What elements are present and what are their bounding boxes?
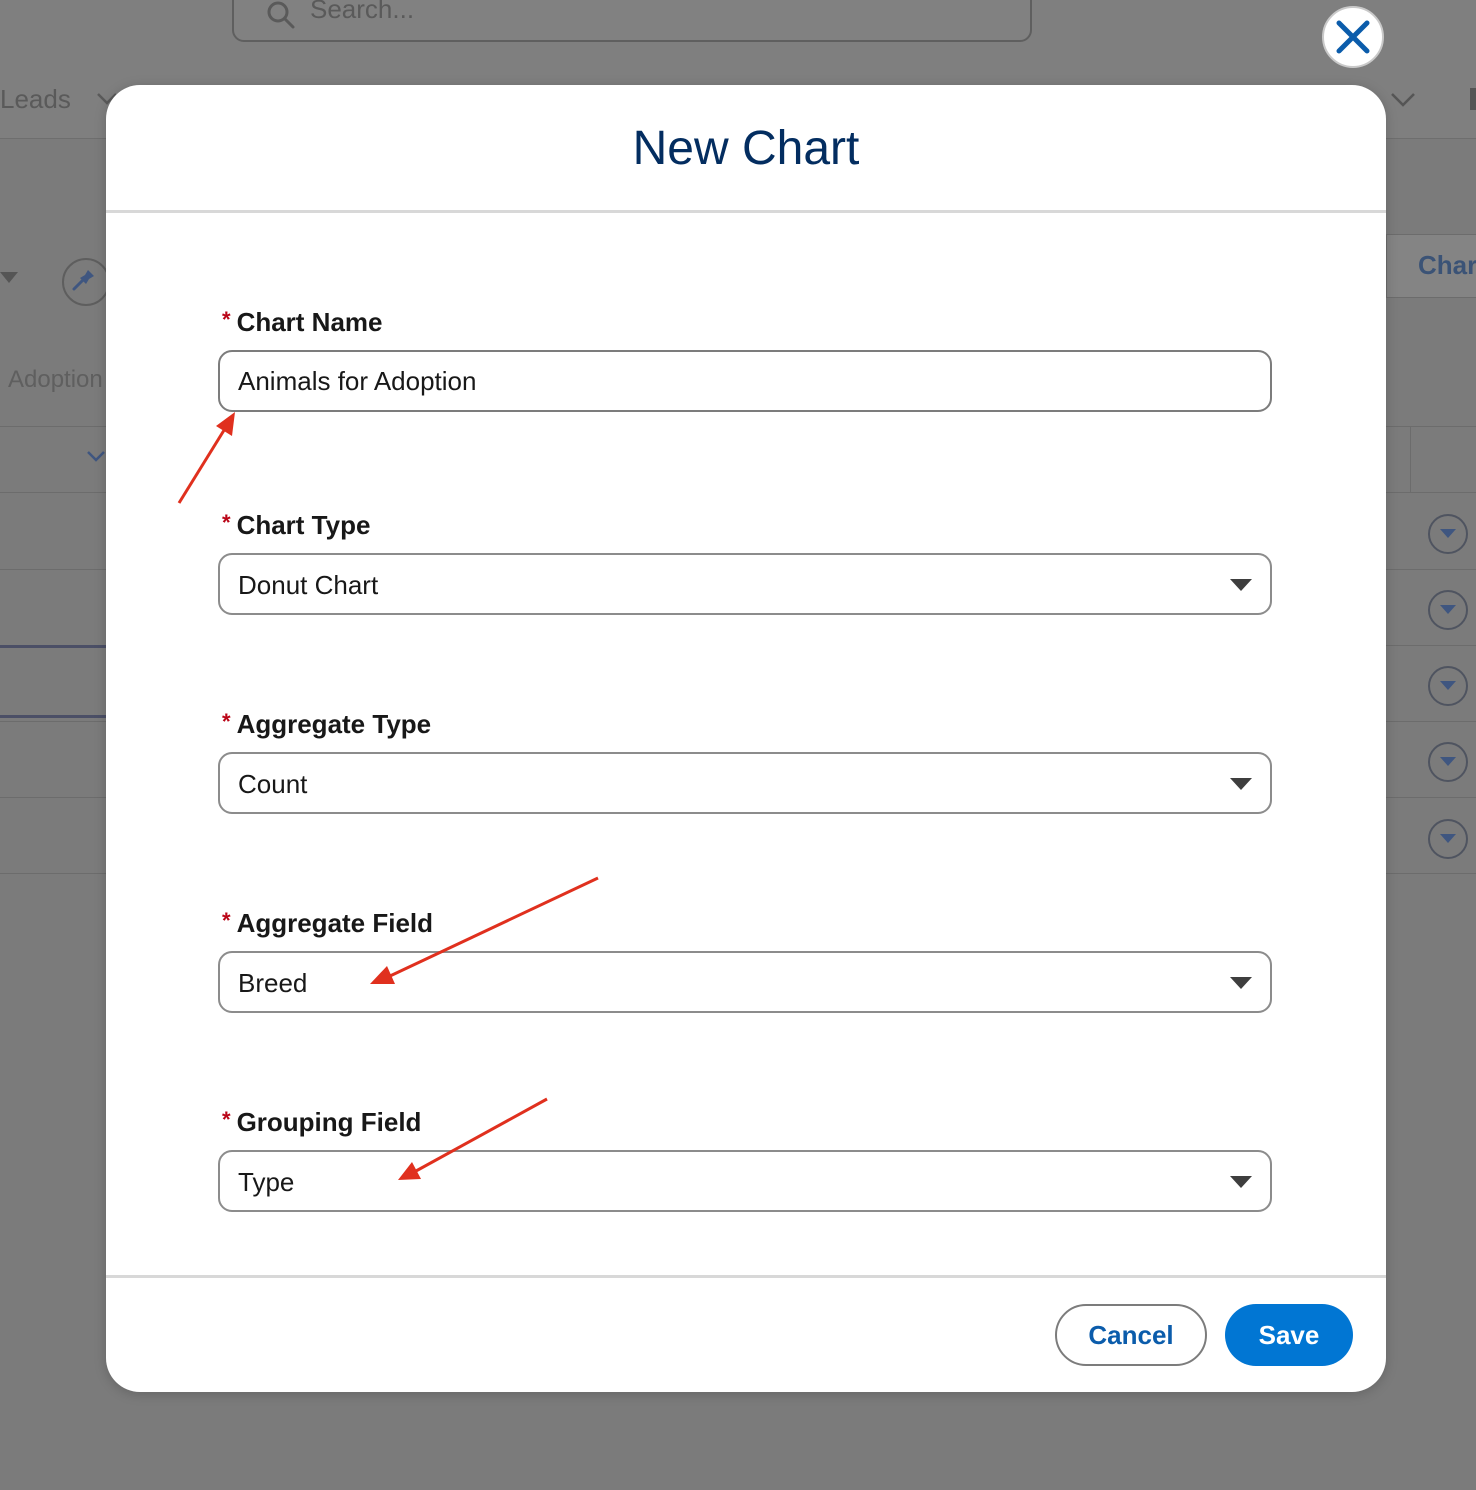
aggregate-field-label-text: Aggregate Field <box>236 908 434 938</box>
modal-header: New Chart <box>106 85 1386 213</box>
chart-name-field[interactable] <box>218 350 1272 412</box>
row-action-dropdown-icon <box>1428 742 1468 782</box>
caret-down-icon <box>1230 1176 1252 1188</box>
row-action-dropdown-icon <box>1428 819 1468 859</box>
background-tab-label: Char <box>1418 250 1476 280</box>
background-row-highlight <box>0 715 106 718</box>
aggregate-type-label-text: Aggregate Type <box>236 709 432 739</box>
grouping-field-select[interactable]: Type <box>218 1150 1272 1212</box>
save-button[interactable]: Save <box>1225 1304 1353 1366</box>
background-row-highlight <box>0 645 106 648</box>
aggregate-type-label: * Aggregate Type <box>222 709 431 740</box>
grouping-field-value: Type <box>238 1167 295 1197</box>
chart-type-label-text: Chart Type <box>236 510 371 540</box>
aggregate-field-select[interactable]: Breed <box>218 951 1272 1013</box>
caret-down-icon <box>1230 977 1252 989</box>
close-x-icon <box>1336 20 1370 54</box>
chart-type-value: Donut Chart <box>238 570 379 600</box>
row-action-dropdown-icon <box>1428 590 1468 630</box>
row-action-dropdown-icon <box>1428 666 1468 706</box>
aggregate-type-value: Count <box>238 769 308 799</box>
pin-icon <box>62 258 110 306</box>
chevron-down-icon <box>87 451 105 462</box>
chart-type-label: * Chart Type <box>222 510 370 541</box>
background-column-divider <box>1410 426 1411 492</box>
background-divider <box>1470 88 1476 110</box>
grouping-field-label: * Grouping Field <box>222 1107 421 1138</box>
modal-title: New Chart <box>632 122 860 175</box>
caret-down-icon <box>0 272 18 283</box>
background-nav-leads: Leads <box>0 84 71 114</box>
chart-type-select[interactable]: Donut Chart <box>218 553 1272 615</box>
close-modal-button[interactable] <box>1322 6 1384 68</box>
required-indicator: * <box>222 510 231 535</box>
chart-name-label-text: Chart Name <box>236 307 383 337</box>
row-action-dropdown-icon <box>1428 514 1468 554</box>
caret-down-icon <box>1230 778 1252 790</box>
aggregate-field-value: Breed <box>238 968 308 998</box>
grouping-field-label-text: Grouping Field <box>236 1107 422 1137</box>
required-indicator: * <box>222 1107 231 1132</box>
background-list-label: Adoption <box>8 366 103 393</box>
chart-name-label: * Chart Name <box>222 307 383 338</box>
cancel-button[interactable]: Cancel <box>1055 1304 1207 1366</box>
aggregate-field-label: * Aggregate Field <box>222 908 433 939</box>
new-chart-modal: New Chart *Chart Name *Chart Type Donut … <box>106 85 1386 1392</box>
required-indicator: * <box>222 908 231 933</box>
aggregate-type-select[interactable]: Count <box>218 752 1272 814</box>
caret-down-icon <box>1230 579 1252 591</box>
required-indicator: * <box>222 307 231 332</box>
background-search-placeholder: Search... <box>310 0 415 24</box>
search-icon <box>267 1 295 29</box>
required-indicator: * <box>222 709 231 734</box>
chart-name-input[interactable] <box>220 352 1270 410</box>
chevron-down-icon <box>1391 93 1415 107</box>
